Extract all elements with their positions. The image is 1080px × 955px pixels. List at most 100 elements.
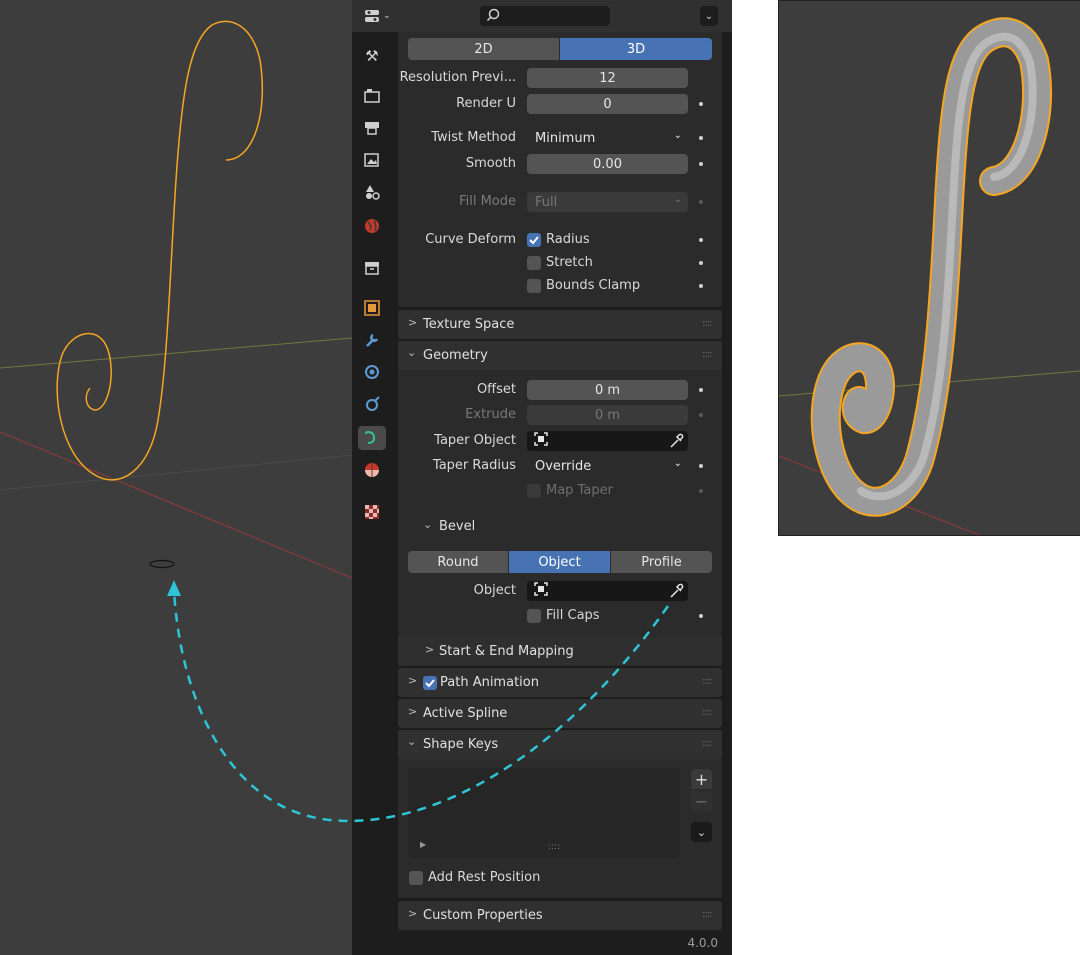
expand-triangle-icon[interactable]: ▶ [420, 840, 426, 849]
stretch-checkbox[interactable] [527, 256, 541, 270]
eyedropper-icon[interactable] [668, 433, 684, 453]
add-rest-position-label: Add Rest Position [428, 870, 541, 885]
twist-method-dropdown[interactable]: Minimum ⌄ [527, 128, 688, 148]
keyframe-dot[interactable] [699, 136, 703, 140]
shape-keys-list[interactable]: ▶ :::: [408, 768, 680, 858]
bounds-clamp-checkbox[interactable] [527, 279, 541, 293]
options-dropdown[interactable]: ⌄ [700, 6, 718, 26]
add-shape-key-button[interactable]: + [691, 769, 712, 789]
path-animation-title: Path Animation [440, 675, 539, 690]
viewport-right-canvas [779, 17, 1080, 535]
start-end-mapping-title: Start & End Mapping [439, 644, 574, 659]
radius-checkbox[interactable] [527, 233, 541, 247]
path-animation-checkbox[interactable] [423, 676, 437, 690]
version-label: 4.0.0 [687, 936, 718, 950]
view-layer-tab[interactable] [360, 150, 384, 174]
drag-handle-icon[interactable]: :::: [702, 707, 713, 718]
search-icon [486, 8, 500, 26]
particles-tab[interactable] [360, 362, 384, 386]
chevron-right-icon: > [408, 907, 418, 920]
taper-object-field[interactable] [527, 431, 688, 451]
geometry-panel-header[interactable]: ⌄ Geometry :::: [398, 341, 722, 370]
render-u-field[interactable]: 0 [527, 94, 688, 114]
active-spline-panel-header[interactable]: > Active Spline :::: [398, 699, 722, 728]
twist-method-label: Twist Method [431, 130, 516, 145]
geometry-title: Geometry [423, 348, 488, 363]
tool-tab[interactable]: ⚒ [360, 44, 384, 68]
wrench-screwdriver-icon: ⚒ [365, 47, 379, 65]
bevel-subpanel-header[interactable]: ⌄ Bevel [398, 513, 722, 541]
output-tab[interactable] [360, 118, 384, 142]
viewport-left-canvas [0, 20, 352, 579]
smooth-field[interactable]: 0.00 [527, 154, 688, 174]
modifier-tab[interactable] [360, 330, 384, 354]
active-spline-title: Active Spline [423, 706, 508, 721]
object-tab[interactable] [360, 298, 384, 322]
add-rest-position-checkbox[interactable] [409, 871, 423, 885]
curve-icon [364, 428, 380, 448]
render-u-label: Render U [456, 96, 516, 111]
render-tab[interactable] [360, 86, 384, 110]
chevron-down-icon: ⌄ [407, 735, 417, 748]
drag-handle-icon[interactable]: :::: [702, 909, 713, 920]
bevel-object-button[interactable]: Object [509, 551, 610, 573]
keyframe-dot[interactable] [699, 261, 703, 265]
fill-mode-dropdown[interactable]: Full ⌄ [527, 192, 688, 212]
search-input[interactable] [480, 6, 610, 26]
resolution-preview-field[interactable]: 12 [527, 68, 688, 88]
chevron-down-icon: ⌄ [423, 518, 433, 531]
custom-properties-panel-header[interactable]: > Custom Properties :::: [398, 901, 722, 930]
drag-handle-icon[interactable]: :::: [702, 738, 713, 749]
world-tab[interactable] [360, 216, 384, 240]
shape-keys-panel-header[interactable]: ⌄ Shape Keys :::: [398, 730, 722, 759]
offset-field[interactable]: 0 m [527, 380, 688, 400]
bevel-round-button[interactable]: Round [408, 551, 508, 573]
viewport-left[interactable] [0, 0, 352, 955]
constraints-tab[interactable] [360, 394, 384, 418]
keyframe-dot[interactable] [699, 464, 703, 468]
fill-caps-checkbox[interactable] [527, 609, 541, 623]
taper-radius-value: Override [535, 458, 592, 474]
drag-handle-icon[interactable]: :::: [702, 349, 713, 360]
map-taper-checkbox[interactable] [527, 484, 541, 498]
bevel-circle-object[interactable] [149, 559, 175, 569]
collection-tab[interactable] [360, 258, 384, 282]
viewport-right[interactable] [778, 0, 1080, 536]
extrude-label: Extrude [465, 407, 516, 422]
plus-icon: + [694, 769, 709, 789]
shape-key-specials-button[interactable]: ⌄ [691, 822, 712, 842]
y-axis-line [0, 337, 352, 369]
keyframe-dot[interactable] [699, 102, 703, 106]
drag-handle-icon[interactable]: :::: [702, 676, 713, 687]
keyframe-dot[interactable] [699, 162, 703, 166]
bevel-object-label: Object [473, 583, 516, 598]
data-tab[interactable] [358, 426, 386, 450]
minus-icon: − [694, 791, 709, 811]
scene-tab[interactable] [360, 182, 384, 206]
keyframe-dot[interactable] [699, 238, 703, 242]
remove-shape-key-button[interactable]: − [691, 791, 712, 811]
drag-handle-icon[interactable]: :::: [702, 318, 713, 329]
chevron-right-icon: > [408, 705, 418, 718]
taper-radius-dropdown[interactable]: Override ⌄ [527, 456, 688, 476]
box-icon [364, 261, 380, 279]
keyframe-dot[interactable] [699, 284, 703, 288]
curve-outline-left[interactable] [56, 20, 264, 481]
texture-space-panel-header[interactable]: > Texture Space :::: [398, 310, 722, 339]
material-tab[interactable] [360, 460, 384, 484]
mode-3d-button[interactable]: 3D [560, 38, 712, 60]
bevel-profile-button[interactable]: Profile [611, 551, 712, 573]
image-stack-icon [364, 153, 380, 171]
list-resize-handle-icon[interactable]: :::: [548, 842, 560, 852]
start-end-mapping-header[interactable]: > Start & End Mapping [398, 637, 722, 665]
shape-keys-title: Shape Keys [423, 737, 499, 752]
extrude-field[interactable]: 0 m [527, 405, 688, 425]
keyframe-dot[interactable] [699, 388, 703, 392]
texture-tab[interactable] [360, 502, 384, 526]
path-animation-panel-header[interactable]: > Path Animation :::: [398, 668, 722, 697]
bevel-object-field[interactable] [527, 581, 688, 601]
keyframe-dot[interactable] [699, 614, 703, 618]
editor-type-button[interactable]: ⌄ [364, 6, 400, 26]
mode-2d-button[interactable]: 2D [408, 38, 559, 60]
eyedropper-icon[interactable] [668, 583, 684, 603]
